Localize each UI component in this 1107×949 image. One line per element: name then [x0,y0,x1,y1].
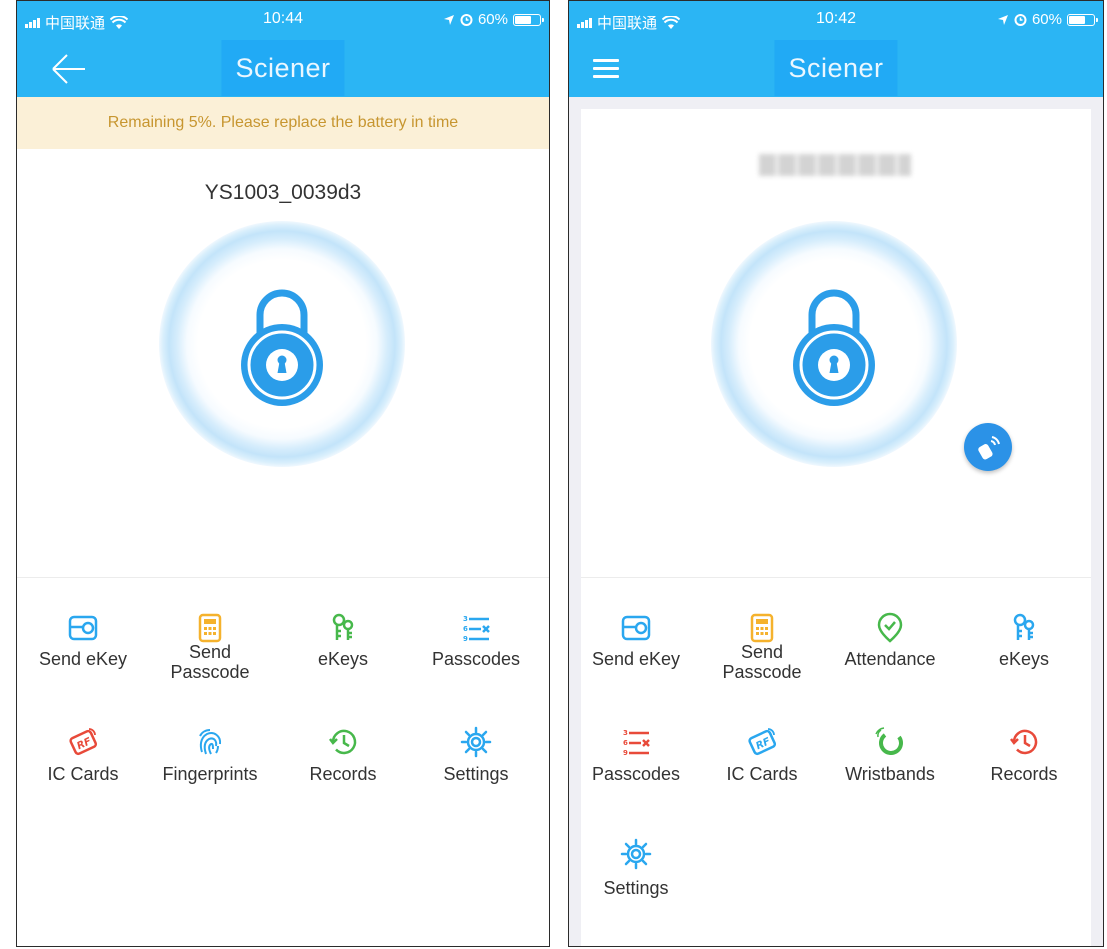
lock-name: YS1003_0039d3 [204,181,362,204]
attendance-icon [877,612,903,643]
settings-icon [460,726,492,758]
grid-item-passcodes[interactable]: 3 6 9 Passcodes [576,726,696,784]
phone-screen-left: 中国联通 10:44 60% Sciener Remaining 5%. Ple… [16,0,550,947]
lock-name-blurred [759,154,911,176]
send-ekey-icon [621,615,651,641]
ekeys-icon [1013,613,1035,640]
grid-item-settings[interactable]: Settings [416,726,536,784]
divider [581,577,1091,578]
grid-label: Records [990,764,1058,784]
location-arrow-icon [997,14,1008,25]
svg-text:6: 6 [463,625,468,633]
unlock-button[interactable] [159,221,405,467]
svg-text:9: 9 [463,635,468,643]
grid-label: Records [309,764,377,784]
svg-text:6: 6 [623,739,628,747]
ic-card-icon: RF [748,728,777,756]
remote-key-icon [978,436,1000,460]
grid-label: Wristbands [845,764,935,784]
send-ekey-icon [68,615,98,641]
grid-item-ic-cards[interactable]: RF IC Cards [23,726,143,784]
ekeys-icon [332,613,354,640]
send-passcode-icon [750,613,774,643]
nav-bar: Sciener [569,40,1103,97]
grid-label: Settings [443,764,509,784]
grid-item-ic-cards[interactable]: RF IC Cards [702,726,822,784]
passcodes-icon: 3 6 9 [623,729,650,757]
alarm-icon [460,14,473,26]
grid-item-fingerprints[interactable]: Fingerprints [150,726,270,784]
grid-label: IC Cards [47,764,119,784]
grid-item-send-ekey[interactable]: Send eKey [23,612,143,669]
grid-item-send-passcode[interactable]: Send Passcode [150,612,270,682]
grid-item-settings[interactable]: Settings [576,838,696,898]
grid-label: Send Passcode [722,642,802,682]
send-passcode-icon [198,613,222,643]
nav-bar: Sciener [17,40,549,97]
lock-card: Send eKey Send Passcode Attendance eKeys… [581,109,1091,946]
svg-text:RF: RF [754,736,772,752]
padlock-icon [241,289,323,406]
grid-label: Send eKey [591,649,681,669]
battery-icon [513,13,544,26]
grid-label: Attendance [844,649,936,669]
svg-text:3: 3 [463,615,468,623]
grid-label: Send eKey [38,649,128,669]
battery-icon [1067,13,1098,26]
grid-item-records[interactable]: Records [964,726,1084,784]
grid-label: Fingerprints [162,764,258,784]
lock-card: YS1003_0039d3 Send eKey Send Passcode eK… [17,149,549,946]
grid-item-records[interactable]: Records [283,726,403,784]
grid-label: IC Cards [726,764,798,784]
grid-item-attendance[interactable]: Attendance [830,612,950,669]
app-title: Sciener [221,40,345,96]
phone-screen-right: 中国联通 10:42 60% Sciener Send eKey Send Pa [568,0,1104,947]
wristband-icon [875,727,903,755]
records-icon [1010,729,1038,755]
remote-unlock-button[interactable] [964,423,1012,471]
grid-label: Passcodes [591,764,681,784]
unlock-button[interactable] [711,221,957,467]
status-bar: 中国联通 10:44 60% [17,1,549,41]
grid-label: Send Passcode [170,642,250,682]
hamburger-menu-icon[interactable] [593,55,619,83]
passcodes-icon: 3 6 9 [463,615,490,643]
location-arrow-icon [443,14,454,25]
grid-item-send-ekey[interactable]: Send eKey [576,612,696,669]
status-bar: 中国联通 10:42 60% [569,1,1103,41]
ic-card-icon: RF [69,728,98,756]
grid-item-passcodes[interactable]: 3 6 9 Passcodes [416,612,536,669]
battery-percent: 60% [477,11,508,28]
app-title: Sciener [774,40,898,96]
grid-item-wristbands[interactable]: Wristbands [830,726,950,784]
divider [17,577,549,578]
grid-label: Passcodes [431,649,521,669]
padlock-icon [793,289,875,406]
records-icon [329,729,357,755]
svg-text:RF: RF [75,736,93,752]
grid-label: eKeys [998,649,1050,669]
grid-label: eKeys [317,649,369,669]
grid-item-send-passcode[interactable]: Send Passcode [702,612,822,682]
battery-warning-banner: Remaining 5%. Please replace the battery… [17,97,549,149]
svg-text:9: 9 [623,749,628,757]
battery-percent: 60% [1031,11,1062,28]
fingerprint-icon [199,729,222,755]
grid-item-ekeys[interactable]: eKeys [283,612,403,669]
settings-icon [620,838,652,870]
svg-text:3: 3 [623,729,628,737]
grid-item-ekeys[interactable]: eKeys [964,612,1084,669]
back-arrow-icon[interactable] [49,51,89,87]
grid-label: Settings [603,878,669,898]
alarm-icon [1014,14,1027,26]
